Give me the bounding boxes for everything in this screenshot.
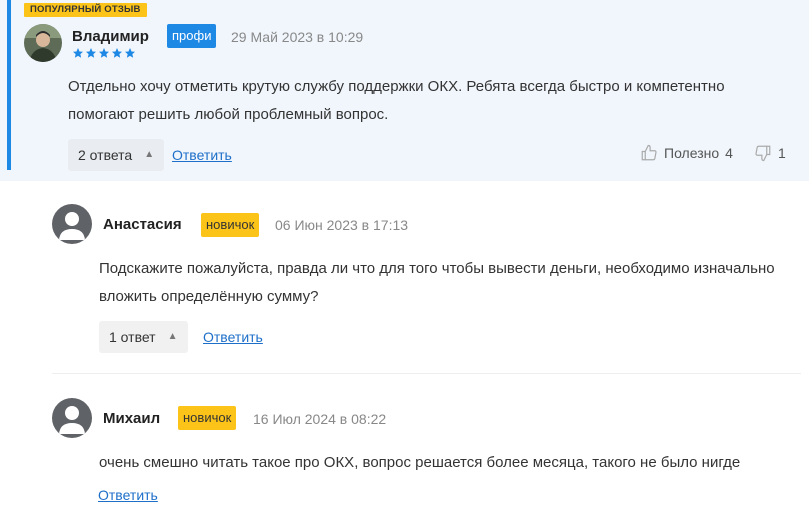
star-icon — [86, 48, 96, 58]
helpful-button[interactable]: Полезно 4 — [640, 144, 733, 162]
replies-toggle-button[interactable]: 2 ответа ▲ — [68, 139, 165, 171]
author-name[interactable]: Владимир — [72, 28, 149, 45]
status-badge: новичок — [178, 406, 237, 430]
status-badge: профи — [167, 24, 217, 48]
reply-link[interactable]: Ответить — [203, 329, 263, 345]
author-name[interactable]: Анастасия — [103, 216, 182, 233]
reply-date: 16 Июл 2024 в 08:22 — [253, 411, 387, 427]
caret-up-icon: ▲ — [144, 149, 155, 160]
rating-stars — [72, 47, 136, 59]
helpful-label: Полезно — [664, 145, 720, 161]
popular-review: ПОПУЛЯРНЫЙ ОТЗЫВ Владимир профи 29 Май 2… — [0, 0, 809, 181]
replies-toggle-button[interactable]: 1 ответ ▲ — [99, 321, 188, 353]
unhelpful-button[interactable]: 1 — [754, 144, 786, 162]
thumbs-down-icon — [755, 145, 771, 162]
reply-link[interactable]: Ответить — [98, 487, 158, 503]
avatar[interactable] — [52, 398, 92, 438]
reply-link[interactable]: Ответить — [172, 147, 232, 163]
thumbs-up-icon — [641, 144, 657, 161]
helpful-count: 4 — [725, 145, 733, 161]
popular-review-accent-bar — [7, 0, 11, 170]
divider — [52, 373, 801, 374]
star-icon — [73, 48, 83, 58]
star-icon — [112, 48, 122, 58]
reply-text: Подскажите пожалуйста, правда ли что для… — [99, 260, 775, 305]
replies-count-label: 1 ответ — [109, 329, 156, 345]
reply-date: 06 Июн 2023 в 17:13 — [275, 217, 409, 233]
unhelpful-count: 1 — [778, 145, 786, 161]
caret-up-icon: ▲ — [167, 331, 178, 342]
status-badge: новичок — [201, 213, 260, 237]
review-text: Отдельно хочу отметить крутую службу под… — [68, 78, 725, 123]
popular-review-badge: ПОПУЛЯРНЫЙ ОТЗЫВ — [24, 3, 147, 17]
avatar[interactable] — [52, 204, 92, 244]
star-icon — [99, 48, 109, 58]
author-name[interactable]: Михаил — [103, 410, 160, 427]
review-date: 29 Май 2023 в 10:29 — [231, 29, 364, 45]
star-icon — [125, 48, 135, 58]
replies-count-label: 2 ответа — [78, 147, 133, 163]
avatar[interactable] — [24, 24, 62, 62]
reply-text: очень смешно читать такое про ОКХ, вопро… — [99, 454, 741, 471]
